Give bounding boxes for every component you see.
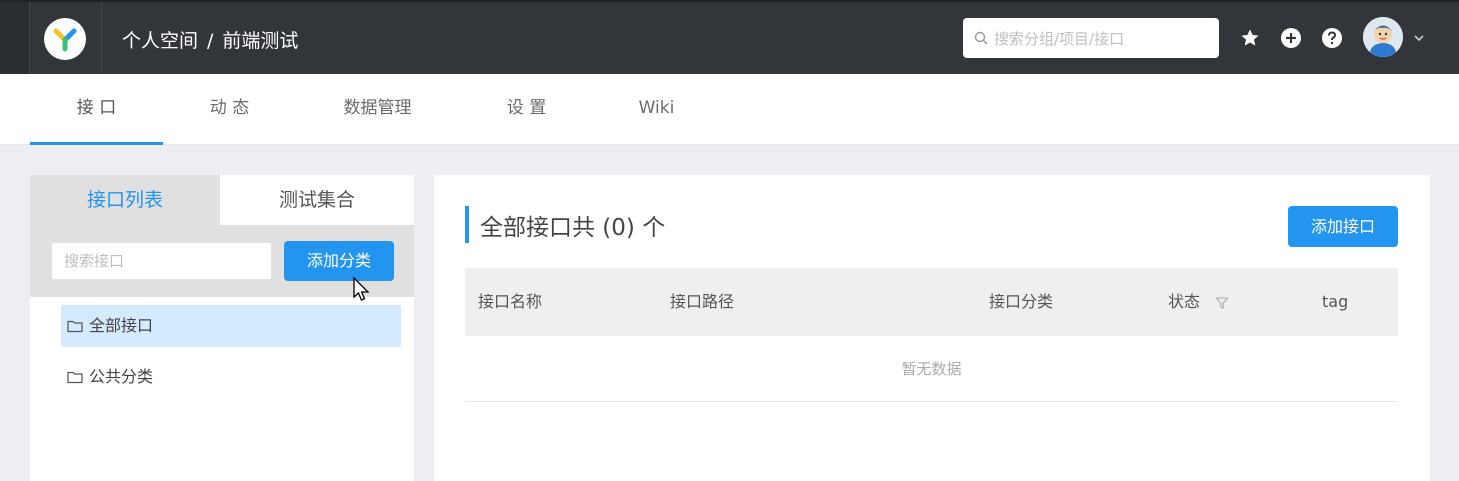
tab-api[interactable]: 接 口 [30,74,163,145]
project-nav: 接 口 动 态 数据管理 设 置 Wiki [0,74,1459,145]
tree-item-label: 全部接口 [89,316,154,335]
star-icon[interactable] [1238,26,1262,50]
page-title: 全部接口共 (0) 个 [480,215,666,241]
tab-wiki[interactable]: Wiki [590,74,723,145]
logo-divider [101,2,102,74]
breadcrumb-space[interactable]: 个人空间 [122,30,198,52]
search-icon [974,31,988,45]
tab-activity[interactable]: 动 态 [163,74,296,145]
title-accent-bar [465,206,469,243]
breadcrumb-separator: / [207,30,214,52]
column-header-path[interactable]: 接口路径 [670,268,734,336]
question-circle-icon[interactable] [1320,26,1344,50]
folder-icon [67,320,83,333]
breadcrumb: 个人空间 / 前端测试 [122,26,298,53]
column-header-category[interactable]: 接口分类 [989,268,1053,336]
sidebar-tabs: 接口列表 测试集合 [30,175,414,225]
global-search-placeholder: 搜索分组/项目/接口 [994,29,1125,48]
tab-test-collection[interactable]: 测试集合 [220,175,414,225]
interface-main: 全部接口共 (0) 个 添加接口 接口名称 接口路径 接口分类 状态 tag 暂… [434,175,1430,481]
folder-icon [67,371,83,384]
table-header: 接口名称 接口路径 接口分类 状态 tag [465,268,1398,336]
plus-circle-icon[interactable] [1279,26,1303,50]
chevron-down-icon[interactable] [1412,30,1428,46]
empty-state: 暂无数据 [465,336,1398,402]
filter-icon[interactable] [1215,296,1229,310]
column-header-name[interactable]: 接口名称 [478,268,542,336]
tree-item-label: 公共分类 [89,367,154,386]
interface-sidebar: 接口列表 测试集合 搜索接口 添加分类 全部接口 公共分类 [30,175,414,481]
global-search-input[interactable]: 搜索分组/项目/接口 [963,18,1219,58]
tree-item-public-category[interactable]: 公共分类 [61,356,401,398]
tab-data-management[interactable]: 数据管理 [311,74,444,145]
column-header-status-label: 状态 [1168,292,1201,311]
column-header-tag[interactable]: tag [1322,268,1348,336]
add-interface-button[interactable]: 添加接口 [1288,206,1398,247]
tree-item-all-interfaces[interactable]: 全部接口 [61,305,401,347]
tab-settings[interactable]: 设 置 [460,74,593,145]
topbar-left-strip [0,2,30,74]
interface-search-input[interactable]: 搜索接口 [51,242,272,280]
cursor-icon [352,276,372,303]
top-bar: 个人空间 / 前端测试 搜索分组/项目/接口 [0,0,1459,74]
column-header-status[interactable]: 状态 [1168,268,1229,336]
breadcrumb-project[interactable]: 前端测试 [222,30,298,52]
add-category-button[interactable]: 添加分类 [284,241,394,281]
avatar[interactable] [1363,17,1403,57]
tab-interface-list[interactable]: 接口列表 [30,175,220,225]
logo-icon[interactable] [44,18,86,60]
active-tab-indicator [30,142,163,145]
